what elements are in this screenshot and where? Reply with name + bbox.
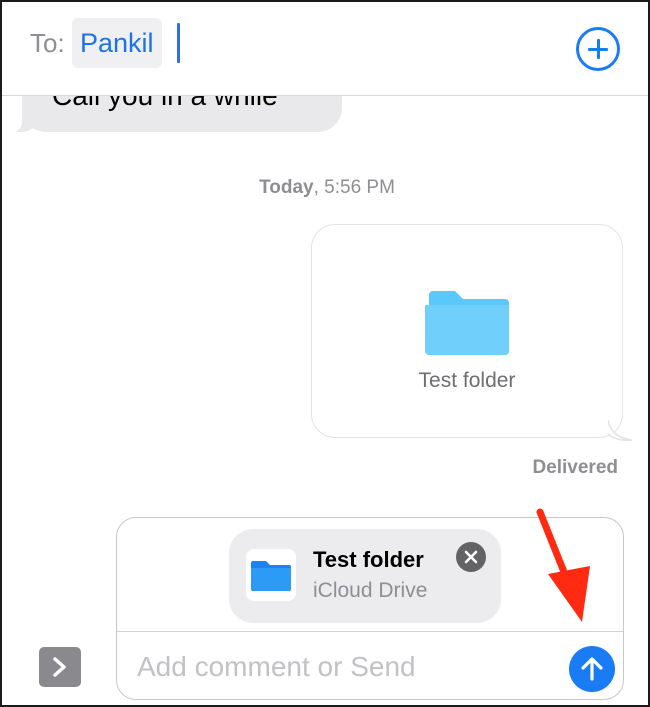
folder-icon: [425, 291, 509, 355]
timestamp-time: , 5:56 PM: [313, 177, 395, 198]
attachment-title: Test folder: [313, 547, 424, 572]
to-label: To:: [30, 28, 65, 58]
sent-folder-bubble[interactable]: Test folder: [311, 224, 623, 438]
sent-folder-label: Test folder: [418, 369, 516, 392]
attachment-preview[interactable]: Test folder iCloud Drive: [229, 529, 501, 623]
folder-icon: [251, 561, 291, 591]
attachment-subtitle: iCloud Drive: [313, 579, 428, 602]
text-cursor: [177, 23, 180, 63]
recipient-chip[interactable]: Pankil: [72, 18, 162, 68]
compose-header: To: Pankil: [2, 2, 648, 96]
close-icon: [464, 550, 478, 564]
red-arrow-icon: [536, 508, 590, 622]
send-button[interactable]: [569, 646, 615, 692]
comment-input[interactable]: [137, 639, 557, 695]
message-timestamp: Today, 5:56 PM: [2, 177, 648, 199]
messages-screen: Call you in a while To: Pankil Today, 5:…: [0, 0, 650, 707]
compose-divider: [117, 631, 623, 632]
recipient-name: Pankil: [80, 27, 154, 58]
attachment-file-tile: [246, 549, 296, 601]
bubble-tail: [608, 420, 633, 441]
chevron-right-icon: [53, 657, 66, 677]
timestamp-day: Today: [259, 177, 314, 198]
add-recipient-button[interactable]: [576, 27, 620, 71]
arrow-up-icon: [581, 657, 603, 681]
expand-apps-button[interactable]: [39, 647, 81, 687]
delivery-status: Delivered: [532, 457, 618, 478]
remove-attachment-button[interactable]: [456, 542, 486, 572]
